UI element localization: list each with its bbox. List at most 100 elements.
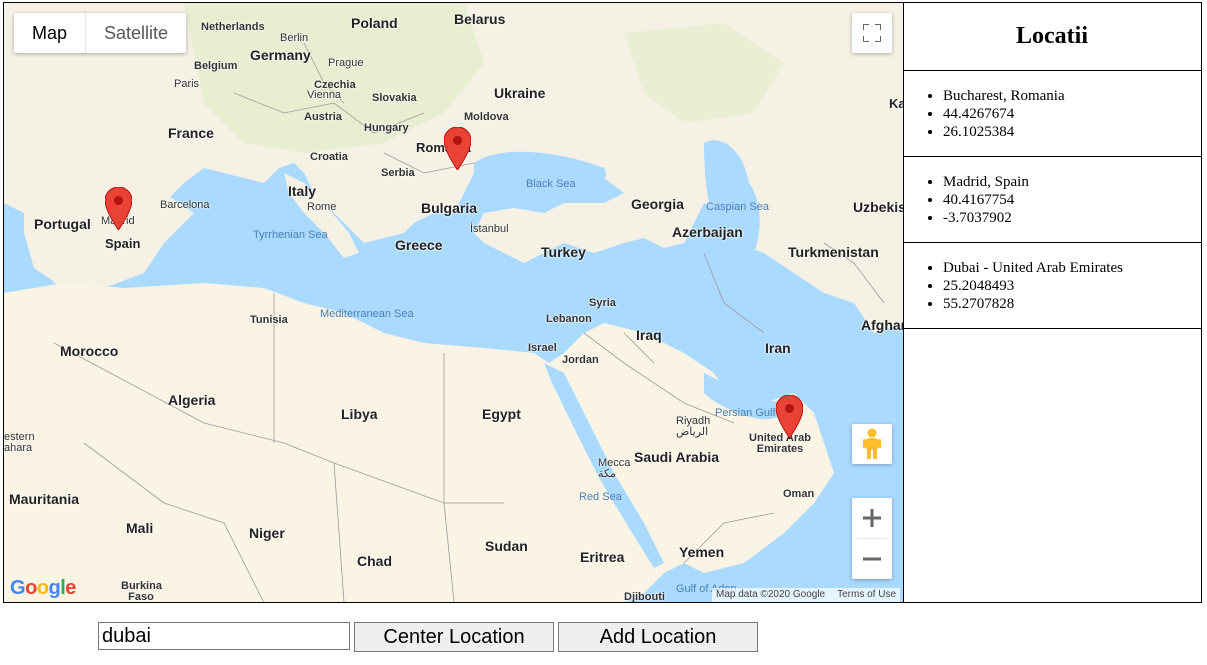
map-land: [4, 3, 903, 602]
country-label: Spain: [105, 236, 141, 251]
country-label: Turkmenistan: [788, 244, 879, 260]
country-label: Afghan: [861, 317, 903, 333]
country-label: Italy: [288, 183, 317, 199]
fullscreen-icon: [863, 24, 881, 42]
country-label: Netherlands: [201, 21, 265, 33]
location-name: Bucharest, Romania: [943, 87, 1201, 105]
city-label: Paris: [174, 78, 200, 90]
country-label: Slovakia: [372, 92, 417, 104]
country-label: Austria: [304, 111, 342, 123]
city-label: Rome: [307, 201, 337, 213]
country-label: Bulgaria: [421, 200, 478, 216]
country-label: Belgium: [194, 60, 238, 72]
location-lng: 55.2707828: [943, 295, 1201, 313]
city-label: İstanbul: [470, 223, 509, 235]
location-lat: 44.4267674: [943, 105, 1201, 123]
country-label: Libya: [341, 406, 378, 422]
country-label: Lebanon: [546, 313, 592, 325]
map-type-satellite-button[interactable]: Satellite: [85, 13, 186, 53]
country-label: Tunisia: [250, 314, 288, 326]
city-label: Riyadh الرياض: [676, 415, 711, 438]
country-label: Azerbaijan: [672, 224, 743, 240]
country-label: France: [168, 125, 214, 141]
marker-bucharest[interactable]: [444, 127, 471, 170]
map-attribution: Map data ©2020 Google Terms of Use: [712, 588, 901, 602]
plus-icon: [863, 509, 881, 527]
country-label: Morocco: [60, 343, 119, 359]
zoom-out-button[interactable]: [852, 539, 892, 579]
sea-label: Caspian Sea: [706, 201, 769, 213]
country-label: Mali: [126, 520, 154, 536]
city-label: Vienna: [307, 89, 342, 101]
zoom-control: [852, 498, 892, 579]
marker-dubai[interactable]: [776, 395, 803, 438]
city-label: Barcelona: [160, 199, 210, 211]
location-search-input[interactable]: [98, 622, 350, 650]
sea-label: Persian Gulf: [715, 407, 776, 419]
google-logo: Google: [10, 577, 76, 599]
country-label: Moldova: [464, 111, 509, 123]
country-label: Ka: [889, 96, 904, 111]
country-label: Georgia: [631, 196, 684, 212]
location-item: Bucharest, Romania 44.4267674 26.1025384: [903, 71, 1201, 157]
country-label: Algeria: [168, 392, 216, 408]
city-label: Mecca مكة: [598, 457, 631, 480]
location-lat: 40.4167754: [943, 191, 1201, 209]
street-view-button[interactable]: [852, 424, 892, 464]
country-label: Syria: [589, 297, 616, 309]
country-label: Burkina Faso: [121, 580, 162, 603]
country-label: Poland: [351, 15, 398, 31]
map-type-map-button[interactable]: Map: [14, 13, 85, 53]
map-data-text: Map data ©2020 Google: [716, 589, 826, 600]
sea-label: Black Sea: [526, 178, 576, 190]
country-label: estern ahara: [4, 431, 35, 454]
pegman-icon: [863, 428, 881, 459]
country-label: Oman: [783, 488, 815, 500]
country-label: Turkey: [541, 244, 586, 260]
sea-label: Red Sea: [579, 491, 622, 503]
add-location-button[interactable]: Add Location: [558, 622, 758, 652]
country-label: Sudan: [485, 538, 528, 554]
location-controls: Center Location Add Location: [98, 622, 758, 652]
center-location-button[interactable]: Center Location: [354, 622, 554, 652]
sea-label: Mediterranean Sea: [320, 308, 414, 320]
location-item: Dubai - United Arab Emirates 25.2048493 …: [903, 243, 1201, 329]
fullscreen-button[interactable]: [852, 13, 892, 53]
country-label: Greece: [395, 237, 443, 253]
location-item: Madrid, Spain 40.4167754 -3.7037902: [903, 157, 1201, 243]
country-label: Portugal: [34, 216, 91, 232]
country-label: Chad: [357, 553, 392, 569]
country-label: Jordan: [562, 354, 599, 366]
country-label: Niger: [249, 525, 285, 541]
sea-label: Tyrrhenian Sea: [253, 229, 328, 241]
location-lat: 25.2048493: [943, 277, 1201, 295]
country-label: Israel: [528, 342, 557, 354]
country-label: Egypt: [482, 406, 521, 422]
location-lng: 26.1025384: [943, 123, 1201, 141]
map-view[interactable]: Map Satellite Netherlands Poland Belarus…: [3, 2, 904, 603]
country-label: Ukraine: [494, 85, 546, 101]
country-label: Djibouti: [624, 591, 665, 603]
country-label: Iraq: [636, 327, 662, 343]
country-label: Germany: [250, 47, 311, 63]
country-label: Eritrea: [580, 549, 625, 565]
minus-icon: [863, 557, 881, 561]
terms-of-use-link[interactable]: Terms of Use: [837, 589, 896, 600]
country-label: Belarus: [454, 11, 506, 27]
location-name: Dubai - United Arab Emirates: [943, 259, 1201, 277]
country-label: Saudi Arabia: [634, 449, 720, 465]
location-name: Madrid, Spain: [943, 173, 1201, 191]
country-label: Mauritania: [9, 491, 80, 507]
country-label: Serbia: [381, 167, 415, 179]
country-label: Yemen: [679, 544, 725, 560]
zoom-in-button[interactable]: [852, 498, 892, 538]
city-label: Berlin: [280, 32, 309, 44]
map-type-control: Map Satellite: [14, 13, 187, 53]
marker-madrid[interactable]: [105, 187, 132, 230]
country-label: Croatia: [310, 151, 348, 163]
panel-title: Locatii: [903, 3, 1201, 71]
country-label: Hungary: [364, 122, 409, 134]
country-label: Uzbekis: [853, 199, 904, 215]
country-label: Iran: [765, 340, 791, 356]
city-label: Prague: [328, 57, 364, 69]
